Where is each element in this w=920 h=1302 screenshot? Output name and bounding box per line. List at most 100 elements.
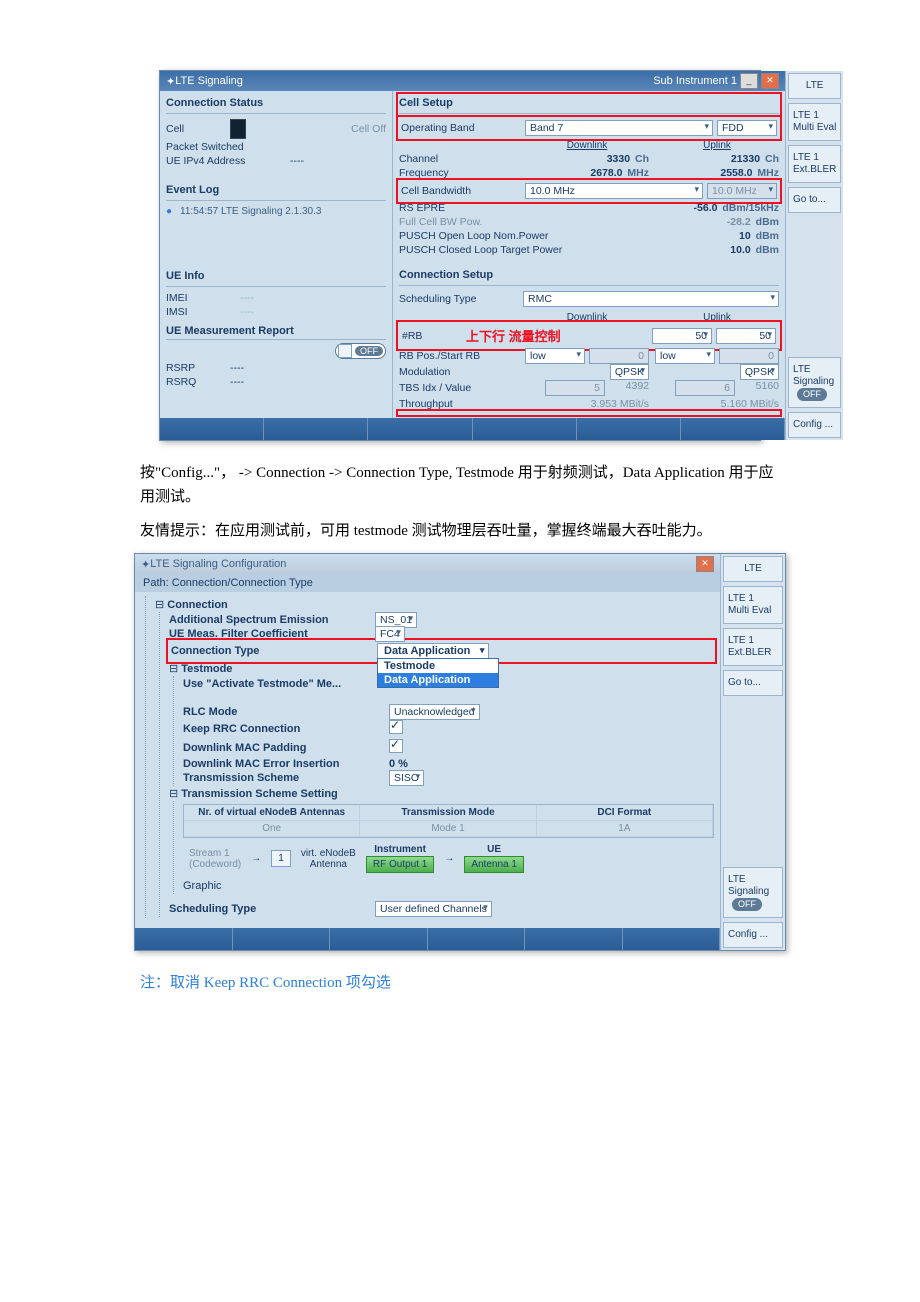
sidebar-lte1-multieval-2[interactable]: LTE 1 Multi Eval xyxy=(723,586,783,624)
graphic-instrument-label: Instrument xyxy=(374,844,426,855)
sched-type-label: Scheduling Type xyxy=(399,293,519,305)
operating-band-select[interactable]: Band 7 xyxy=(525,120,713,136)
tx-scheme-table: Nr. of virtual eNodeB Antennas Transmiss… xyxy=(183,804,714,838)
ue-filter-select[interactable]: FC4 xyxy=(375,626,405,642)
uplink-header: Uplink xyxy=(655,140,779,151)
add-spec-label: Additional Spectrum Emission xyxy=(169,614,369,626)
path-label: Path: xyxy=(143,577,169,589)
sched-type-select[interactable]: RMC xyxy=(523,291,779,307)
minimize-button[interactable]: _ xyxy=(740,73,758,89)
tree-tx-scheme-setting[interactable]: ⊟ Transmission Scheme Setting xyxy=(169,787,338,800)
sub-instrument-label: Sub Instrument 1 xyxy=(653,75,737,87)
val-dci: 1A xyxy=(537,821,713,836)
rb-dl-select[interactable]: 50 xyxy=(652,328,712,344)
graphic-antenna1: Antenna 1 xyxy=(464,856,524,873)
rs-epre-value[interactable]: -56.0 xyxy=(694,202,718,214)
downlink-header-2: Downlink xyxy=(525,312,649,323)
rbpos-ul-sel[interactable]: low xyxy=(655,348,715,364)
graphic-num: 1 xyxy=(271,850,291,867)
mod-dl-select[interactable]: QPSK xyxy=(610,364,649,380)
ue-filter-label: UE Meas. Filter Coefficient xyxy=(169,628,369,640)
config-title-bar: ✦ LTE Signaling Configuration ✕ xyxy=(135,554,720,574)
channel-dl[interactable]: 3330 xyxy=(607,153,630,165)
col-tx-mode: Transmission Mode xyxy=(360,805,536,820)
sidebar-config[interactable]: Config ... xyxy=(788,412,841,438)
channel-ul[interactable]: 21330 xyxy=(731,153,760,165)
graphic-label: Graphic xyxy=(183,880,383,892)
footnote: 注：取消 Keep RRC Connection 项勾选 xyxy=(140,975,391,991)
conn-type-select[interactable]: Data Application Testmode Data Applicati… xyxy=(377,643,489,659)
right-sidebar: LTE LTE 1 Multi Eval LTE 1 Ext.BLER Go t… xyxy=(785,71,843,440)
sidebar-lte-signaling-2[interactable]: LTE Signaling OFF xyxy=(723,867,783,918)
tbs-dl-idx: 5 xyxy=(545,380,605,396)
cell-state: Cell Off xyxy=(351,123,386,135)
rsrq-label: RSRQ xyxy=(166,376,226,388)
sched-type-select-2[interactable]: User defined Channels xyxy=(375,901,492,917)
config-footer-bar xyxy=(135,928,720,950)
keep-rrc-checkbox[interactable] xyxy=(389,720,403,734)
rbpos-ul-num: 0 xyxy=(719,348,779,364)
dl-mac-pad-label: Downlink MAC Padding xyxy=(183,742,383,754)
app-icon: ✦ xyxy=(166,75,175,88)
sidebar-lte1-extbler-2[interactable]: LTE 1 Ext.BLER xyxy=(723,628,783,666)
freq-ul[interactable]: 2558.0 xyxy=(720,167,752,179)
dl-mac-pad-checkbox[interactable] xyxy=(389,739,403,753)
sidebar-lte1-extbler[interactable]: LTE 1 Ext.BLER xyxy=(788,145,841,183)
freq-dl[interactable]: 2678.0 xyxy=(590,167,622,179)
imsi-label: IMSI xyxy=(166,306,236,318)
tx-scheme-select[interactable]: SISO xyxy=(389,770,424,786)
lte-signaling-window: ✦ LTE Signaling Sub Instrument 1 _ ✕ Con… xyxy=(159,70,761,441)
pusch-cl-value[interactable]: 10.0 xyxy=(730,244,750,256)
conn-type-label: Connection Type xyxy=(171,645,371,657)
lte-config-window: ✦ LTE Signaling Configuration ✕ Path: Co… xyxy=(134,553,786,951)
meas-off-toggle[interactable]: OFF xyxy=(335,343,386,359)
col-dci: DCI Format xyxy=(537,805,713,820)
dl-mac-err-value[interactable]: 0 % xyxy=(389,758,714,770)
pusch-ol-value[interactable]: 10 xyxy=(739,230,751,242)
keep-rrc-label: Keep RRC Connection xyxy=(183,723,383,735)
cell-setup-header: Cell Setup xyxy=(399,95,779,114)
duplex-select[interactable]: FDD xyxy=(717,120,777,136)
ue-ipv4-label: UE IPv4 Address xyxy=(166,155,286,167)
signaling-off-badge-2: OFF xyxy=(732,898,762,911)
sidebar-lte-signaling[interactable]: LTE Signaling OFF xyxy=(788,357,841,408)
sched-type-label-2: Scheduling Type xyxy=(169,903,369,915)
connection-setup-header: Connection Setup xyxy=(399,267,779,286)
cell-bw-dl[interactable]: 10.0 MHz xyxy=(525,183,703,199)
use-activate-label: Use "Activate Testmode" Me... xyxy=(183,678,383,690)
mod-ul-select[interactable]: QPSK xyxy=(740,364,779,380)
imsi-value: ---- xyxy=(240,306,254,318)
rs-epre-label: RS EPRE xyxy=(399,202,519,214)
tbs-ul-idx: 6 xyxy=(675,380,735,396)
rb-ul-select[interactable]: 50 xyxy=(716,328,776,344)
cell-bw-label: Cell Bandwidth xyxy=(401,185,521,197)
rlc-mode-label: RLC Mode xyxy=(183,706,383,718)
rbpos-dl-sel[interactable]: low xyxy=(525,348,585,364)
graphic-rf-output: RF Output 1 xyxy=(366,856,434,873)
imei-label: IMEI xyxy=(166,292,236,304)
sidebar-goto[interactable]: Go to... xyxy=(788,187,841,213)
throughput-dl: 3.953 MBit/s xyxy=(525,398,649,410)
tbs-label: TBS Idx / Value xyxy=(399,382,519,394)
dd-item-testmode[interactable]: Testmode xyxy=(378,659,498,673)
rlc-mode-select[interactable]: Unacknowledged xyxy=(389,704,480,720)
dl-mac-err-label: Downlink MAC Error Insertion xyxy=(183,758,383,770)
graphic-panel: Stream 1 (Codeword) → 1 virt. eNodeB Ant… xyxy=(183,838,714,879)
sidebar-lte-2[interactable]: LTE xyxy=(723,556,783,582)
signaling-off-badge: OFF xyxy=(797,388,827,401)
rsrp-label: RSRP xyxy=(166,362,226,374)
tree-connection[interactable]: ⊟ Connection xyxy=(155,598,228,611)
sidebar-config-2[interactable]: Config ... xyxy=(723,922,783,948)
dd-item-data-app[interactable]: Data Application xyxy=(378,673,498,687)
pusch-cl-label: PUSCH Closed Loop Target Power xyxy=(399,244,705,256)
sidebar-goto-2[interactable]: Go to... xyxy=(723,670,783,696)
app-icon: ✦ xyxy=(141,558,150,571)
config-close-button[interactable]: ✕ xyxy=(696,556,714,572)
close-button[interactable]: ✕ xyxy=(761,73,779,89)
cell-bw-ul: 10.0 MHz xyxy=(707,183,777,199)
sidebar-lte[interactable]: LTE xyxy=(788,73,841,99)
sidebar-lte1-multieval[interactable]: LTE 1 Multi Eval xyxy=(788,103,841,141)
tree-testmode[interactable]: ⊟ Testmode xyxy=(169,662,232,675)
ue-ipv4-value: ---- xyxy=(290,155,304,167)
toggle-knob xyxy=(338,344,352,358)
